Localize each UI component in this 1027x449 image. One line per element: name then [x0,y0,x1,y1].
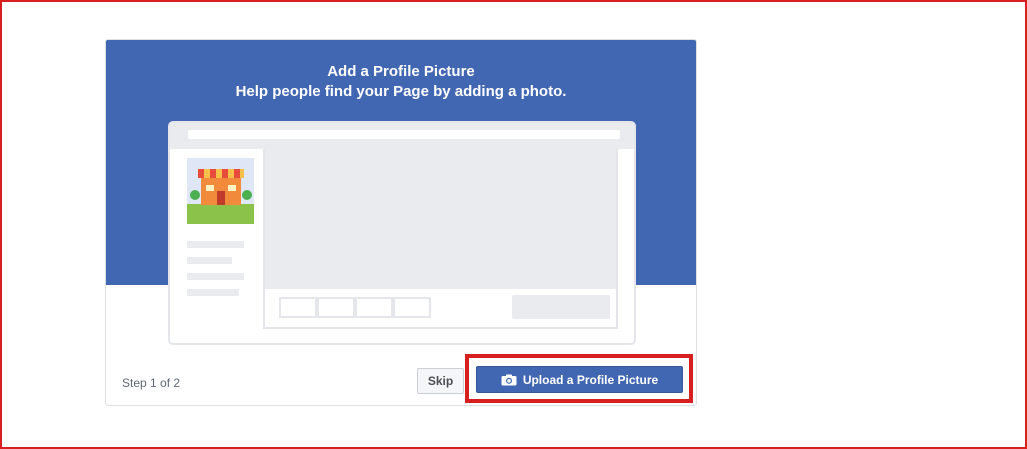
upload-profile-picture-button[interactable]: Upload a Profile Picture [476,366,683,393]
preview-tab [355,297,393,318]
upload-button-label: Upload a Profile Picture [522,372,659,387]
preview-text-line [187,273,244,280]
preview-topbar [170,123,634,149]
preview-tab [317,297,355,318]
preview-text-line [187,257,232,264]
preview-action-button [512,295,610,319]
preview-searchbar [188,130,620,139]
step-indicator: Step 1 of 2 [122,376,181,390]
preview-text-line [187,289,239,296]
camera-icon [501,374,517,386]
preview-text-line [187,241,244,248]
dialog-subtitle: Help people find your Page by adding a p… [235,83,567,100]
add-profile-picture-dialog: Add a Profile Picture Help people find y… [105,39,697,406]
preview-tab [279,297,317,318]
dialog-title: Add a Profile Picture [327,63,475,80]
preview-tab [393,297,431,318]
preview-profile-picture [187,158,254,224]
skip-button[interactable]: Skip [417,368,464,394]
page-preview-illustration [168,121,636,345]
